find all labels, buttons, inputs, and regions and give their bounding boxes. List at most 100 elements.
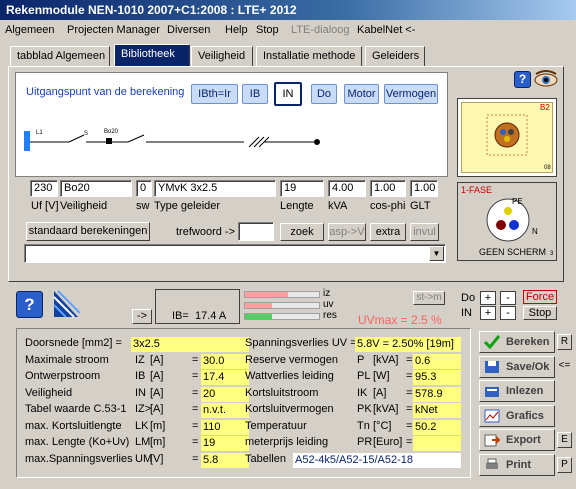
- result-unit: [W]: [373, 370, 390, 382]
- asp-button[interactable]: asp->V: [328, 223, 366, 241]
- mode-in-button[interactable]: IN: [274, 82, 302, 106]
- title-bar: Rekenmodule NEN-1010 2007+C1:2008 : LTE+…: [0, 0, 576, 20]
- chevron-down-icon[interactable]: ▼: [429, 246, 444, 261]
- result-equals: =: [406, 436, 413, 448]
- lengte-input[interactable]: 19: [280, 180, 324, 197]
- eye-icon[interactable]: [534, 69, 558, 89]
- mode-ibth-button[interactable]: IBth=Ir: [191, 84, 238, 104]
- stop-button[interactable]: Stop: [523, 306, 557, 320]
- invul-button[interactable]: invul: [410, 223, 439, 241]
- result-symbol: Tn: [357, 419, 370, 432]
- cable-b2-label: B2: [540, 103, 550, 112]
- result-value: 578.9: [413, 386, 461, 402]
- bar-fill-iz: [245, 292, 288, 297]
- stripes-icon[interactable]: [52, 289, 81, 319]
- menu-lte-dialoog[interactable]: LTE-dialoog: [291, 24, 350, 36]
- glt-input[interactable]: 1.00: [410, 180, 438, 197]
- veiligheid-input[interactable]: Bo20: [60, 180, 132, 197]
- mode-do-button[interactable]: Do: [311, 84, 337, 104]
- in-minus-button[interactable]: -: [500, 306, 516, 320]
- save-ok-button[interactable]: Save/Ok: [479, 355, 555, 378]
- shortcut-key-button[interactable]: E: [557, 432, 572, 448]
- menu-help[interactable]: Help: [225, 24, 248, 36]
- export-button[interactable]: Export: [479, 429, 555, 451]
- folder-icon: [484, 384, 500, 398]
- mode-ib-button[interactable]: IB: [242, 84, 268, 104]
- action-label: Export: [506, 434, 541, 446]
- result-symbol: LM: [135, 436, 151, 448]
- ib-text: IB=: [172, 310, 189, 322]
- diagram-s-label: S: [84, 131, 89, 137]
- result-value: [413, 436, 461, 451]
- menu-diversen[interactable]: Diversen: [167, 24, 210, 36]
- result-unit: [m]: [150, 436, 166, 448]
- kva-input[interactable]: 4.00: [328, 180, 366, 197]
- tab-installatie-methode[interactable]: Installatie methode: [256, 46, 362, 66]
- uf-label: Uf [V]: [31, 200, 59, 212]
- result-symbol: IB: [135, 370, 146, 382]
- ib-value: 17.4 A: [195, 310, 227, 322]
- grafics-button[interactable]: Grafics: [479, 404, 555, 427]
- standaard-berekeningen-button[interactable]: standaard berekeningen: [26, 222, 150, 241]
- tab-algemeen[interactable]: tabblad Algemeen: [10, 46, 110, 66]
- result-symbol: PL: [357, 370, 371, 382]
- result-value: 17.4: [201, 370, 249, 385]
- help-icon-large[interactable]: ?: [16, 291, 43, 318]
- selection-dropdown[interactable]: [24, 244, 446, 263]
- shortcut-key-button[interactable]: <=: [557, 359, 572, 375]
- in-plus-button[interactable]: +: [480, 306, 496, 320]
- bar-fill-res: [245, 314, 272, 319]
- result-unit: [°C]: [373, 419, 392, 432]
- menu-kabelnet[interactable]: KabelNet <-: [357, 24, 415, 36]
- phase-conductors-image: [486, 198, 530, 242]
- result-label: max.Spanningsverlies: [25, 452, 133, 465]
- do-minus-button[interactable]: -: [500, 291, 516, 305]
- print-button[interactable]: Print: [479, 453, 555, 476]
- result-value: n.v.t.: [201, 403, 249, 418]
- stm-button[interactable]: st->m: [413, 291, 445, 305]
- result-unit: [A]: [373, 386, 387, 399]
- result-value: 95.3: [413, 370, 461, 385]
- shortcut-key-button[interactable]: P: [557, 456, 572, 473]
- menu-stop[interactable]: Stop: [256, 24, 279, 36]
- result-label: max. Kortsluitlengte: [25, 419, 122, 432]
- inlezen-button[interactable]: Inlezen: [479, 380, 555, 402]
- tab-veiligheid[interactable]: Veiligheid: [191, 46, 253, 66]
- type-geleider-input[interactable]: YMvK 3x2.5: [154, 180, 276, 197]
- result-value: 50.2: [413, 419, 461, 435]
- menu-algemeen[interactable]: Algemeen: [5, 24, 55, 36]
- result-symbol: IN: [135, 386, 146, 399]
- geen-scherm-label: GEEN SCHERM: [479, 247, 547, 257]
- window-title: Rekenmodule NEN-1010 2007+C1:2008 : LTE+…: [6, 3, 297, 17]
- lengte-label: Lengte: [280, 200, 314, 212]
- shortcut-key-button[interactable]: R: [557, 334, 572, 350]
- sw-input[interactable]: 0: [136, 180, 152, 197]
- result-unit: [kVA]: [373, 353, 399, 366]
- help-icon[interactable]: ?: [514, 71, 531, 88]
- result-unit: [A]: [150, 403, 164, 415]
- tab-geleiders[interactable]: Geleiders: [365, 46, 425, 66]
- force-button[interactable]: Force: [523, 290, 557, 304]
- result-value: kNet: [413, 403, 461, 418]
- mode-motor-button[interactable]: Motor: [344, 84, 379, 104]
- save-icon: [484, 360, 500, 374]
- cosphi-input[interactable]: 1.00: [370, 180, 406, 197]
- zoek-button[interactable]: zoek: [280, 223, 324, 241]
- uf-input[interactable]: 230: [30, 180, 58, 197]
- mode-vermogen-button[interactable]: Vermogen: [384, 84, 438, 104]
- bar-res: [244, 313, 320, 320]
- arrow-button[interactable]: ->: [132, 309, 152, 324]
- extra-button[interactable]: extra: [370, 223, 406, 241]
- tab-bibliotheek[interactable]: Bibliotheek: [114, 44, 190, 66]
- bereken-button[interactable]: Bereken: [479, 331, 555, 353]
- action-label: Print: [506, 458, 532, 471]
- trefwoord-input[interactable]: [238, 222, 274, 241]
- result-value: 5.8: [201, 452, 249, 468]
- phase-label: 1-FASE: [461, 185, 493, 195]
- result-label: Kortsluitvermogen: [245, 403, 334, 415]
- result-label: Wattverlies leiding: [245, 370, 334, 382]
- do-plus-button[interactable]: +: [480, 291, 496, 305]
- menu-projecten-manager[interactable]: Projecten Manager: [67, 24, 160, 36]
- action-label: Inlezen: [506, 385, 544, 397]
- action-label: Bereken: [506, 336, 550, 348]
